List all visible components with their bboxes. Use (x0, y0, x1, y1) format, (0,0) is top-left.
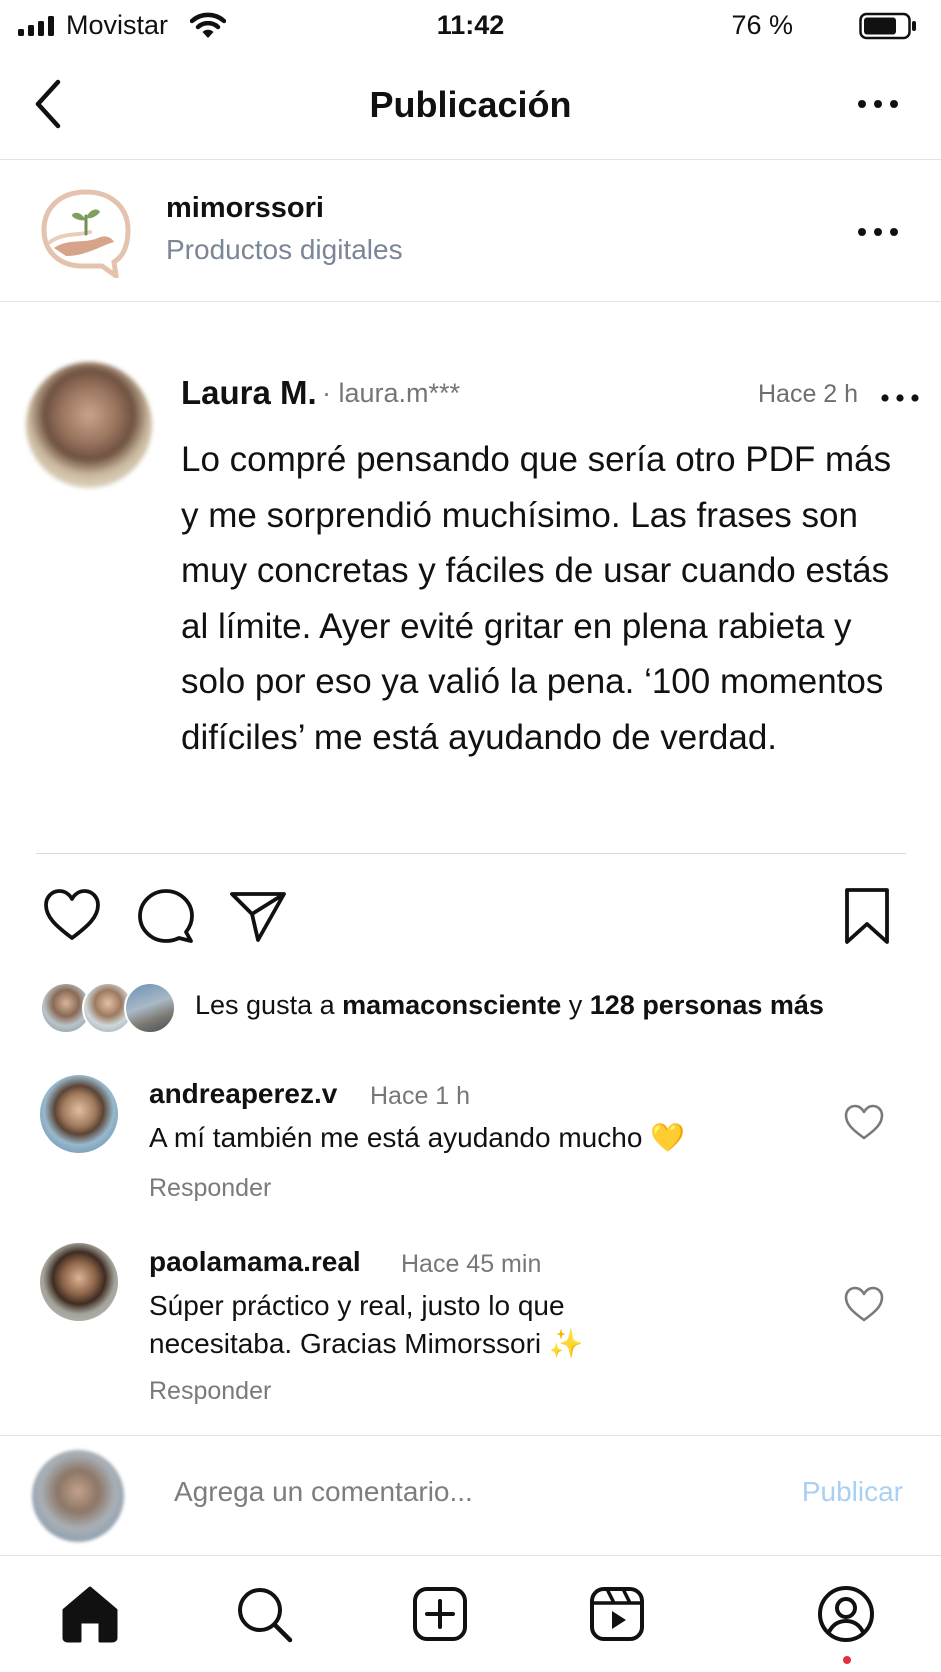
comment-like-heart-icon[interactable] (842, 1102, 886, 1142)
comment-composer: Publicar (0, 1435, 941, 1555)
likes-others[interactable]: 128 personas más (590, 990, 824, 1020)
search-icon[interactable] (234, 1584, 294, 1644)
post-author-handle: · laura.m*** (322, 378, 461, 408)
publish-button[interactable]: Publicar (802, 1476, 903, 1508)
current-user-avatar (32, 1450, 124, 1542)
post-author-avatar[interactable] (26, 362, 152, 488)
home-icon[interactable] (60, 1584, 120, 1644)
comment-username[interactable]: paolamama.real (149, 1246, 361, 1278)
share-send-icon[interactable] (228, 886, 288, 946)
liked-by-avatars[interactable] (40, 982, 176, 1034)
bottom-tab-bar (0, 1555, 941, 1672)
comment-input[interactable] (174, 1476, 734, 1508)
more-options-icon[interactable] (855, 92, 901, 116)
battery-icon (859, 12, 916, 40)
divider (36, 853, 906, 854)
bookmark-icon[interactable] (837, 886, 897, 946)
post-text: Lo compré pensando que sería otro PDF má… (181, 440, 892, 757)
likes-summary[interactable]: Les gusta a mamaconsciente y 128 persona… (195, 990, 824, 1021)
likes-user[interactable]: mamaconsciente (342, 990, 561, 1020)
battery-percentage: 76 % (731, 10, 793, 40)
comment-icon[interactable] (136, 886, 196, 946)
heart-icon[interactable] (42, 886, 102, 946)
liker-avatar (124, 982, 176, 1034)
comment-timestamp: Hace 1 h (370, 1082, 471, 1110)
status-bar: Movistar 11:42 76 % (0, 0, 941, 54)
profile-icon[interactable] (816, 1584, 876, 1644)
reply-button[interactable]: Responder (149, 1174, 271, 1203)
account-more-icon[interactable] (855, 220, 901, 244)
brand-logo (41, 189, 131, 278)
account-header[interactable]: mimorssori Productos digitales (0, 160, 941, 302)
reels-icon[interactable] (587, 1584, 647, 1644)
comment-text: A mí también me está ayudando mucho 💛 (149, 1122, 686, 1153)
comment-username[interactable]: andreaperez.v (149, 1078, 337, 1110)
create-post-icon[interactable] (410, 1584, 470, 1644)
post-timestamp: Hace 2 h (758, 380, 859, 408)
comment-avatar[interactable] (40, 1243, 118, 1321)
likes-joiner: y (568, 990, 583, 1020)
top-navigation-bar: Publicación (0, 54, 941, 160)
comment-timestamp: Hace 45 min (401, 1250, 542, 1278)
comment-text: Súper práctico y real, justo lo que nece… (149, 1290, 584, 1359)
status-time: 11:42 (436, 10, 505, 40)
account-category: Productos digitales (166, 234, 403, 265)
likes-prefix: Les gusta a (195, 990, 335, 1020)
post-author-name[interactable]: Laura M. (181, 374, 317, 412)
comment-avatar[interactable] (40, 1075, 118, 1153)
notification-dot (843, 1656, 851, 1664)
page-title: Publicación (369, 84, 572, 125)
reply-button[interactable]: Responder (149, 1377, 271, 1406)
account-username[interactable]: mimorssori (166, 192, 324, 225)
comment-like-heart-icon[interactable] (842, 1284, 886, 1324)
post-more-icon[interactable] (880, 388, 920, 408)
